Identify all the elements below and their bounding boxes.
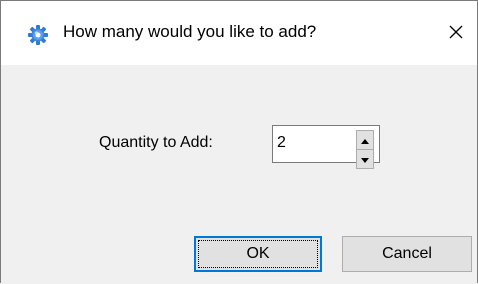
close-button[interactable] — [435, 13, 477, 55]
quantity-stepper[interactable] — [272, 125, 380, 169]
cancel-button-label: Cancel — [382, 245, 432, 262]
ok-button-label: OK — [246, 245, 270, 262]
quantity-input[interactable] — [277, 130, 347, 156]
increment-button[interactable] — [356, 130, 374, 150]
dialog-title: How many would you like to add? — [63, 22, 317, 41]
close-icon — [448, 24, 464, 45]
quantity-label: Quantity to Add: — [99, 134, 213, 151]
ok-button[interactable]: OK — [194, 236, 322, 272]
gear-icon — [28, 25, 48, 45]
title-bar[interactable]: How many would you like to add? — [1, 1, 477, 65]
triangle-up-icon — [361, 131, 369, 149]
decrement-button[interactable] — [356, 150, 374, 169]
stepper-buttons — [356, 130, 374, 169]
triangle-down-icon — [361, 150, 369, 168]
dialog-window: How many would you like to add? Quantity… — [0, 0, 478, 283]
cancel-button[interactable]: Cancel — [342, 236, 472, 272]
